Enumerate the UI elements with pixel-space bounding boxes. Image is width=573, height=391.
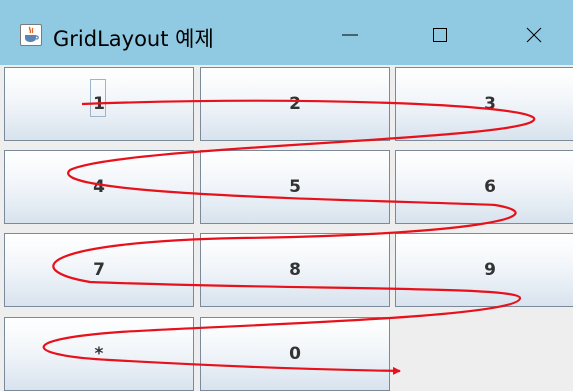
close-button[interactable]	[514, 17, 554, 53]
key-button-star[interactable]: *	[4, 317, 194, 391]
key-button-5[interactable]: 5	[200, 150, 390, 224]
key-button-3[interactable]: 3	[395, 67, 573, 141]
key-button-2[interactable]: 2	[200, 67, 390, 141]
focus-indicator	[90, 79, 106, 117]
key-button-8[interactable]: 8	[200, 233, 390, 307]
title-bar[interactable]: GridLayout 예제	[0, 0, 573, 65]
maximize-button[interactable]	[420, 17, 460, 53]
minimize-icon	[342, 34, 358, 36]
key-button-6[interactable]: 6	[395, 150, 573, 224]
key-button-7[interactable]: 7	[4, 233, 194, 307]
maximize-icon	[433, 28, 447, 42]
close-icon	[526, 27, 542, 43]
key-button-9[interactable]: 9	[395, 233, 573, 307]
key-button-0[interactable]: 0	[200, 317, 390, 391]
minimize-button[interactable]	[330, 17, 370, 53]
content-pane: 1 2 3 4 5 6 7 8 9 * 0	[0, 65, 573, 391]
key-button-4[interactable]: 4	[4, 150, 194, 224]
window-title: GridLayout 예제	[53, 27, 214, 51]
java-cup-icon[interactable]	[20, 24, 42, 46]
